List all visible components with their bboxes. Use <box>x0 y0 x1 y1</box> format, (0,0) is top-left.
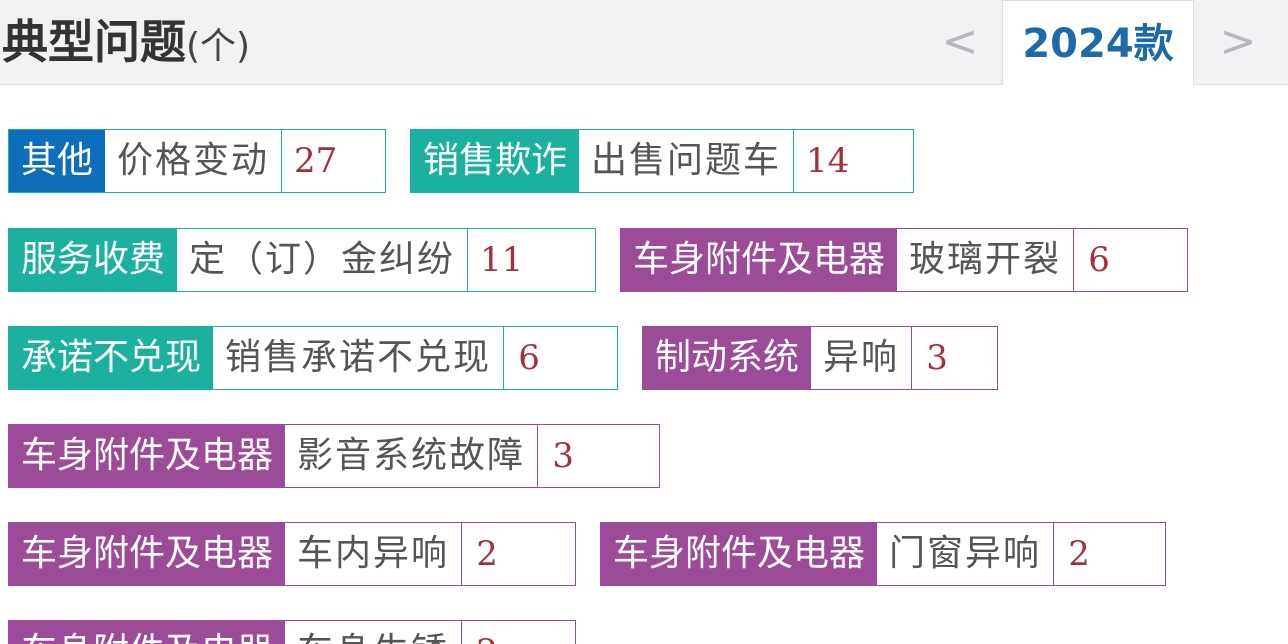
tag-category: 车身附件及电器 <box>601 523 878 585</box>
tag-category: 服务收费 <box>9 229 178 291</box>
tag-count: 3 <box>911 327 962 389</box>
issue-tag[interactable]: 服务收费 定（订）金纠纷 11 <box>8 228 596 292</box>
header-bar: 典型问题(个) < 2024款 > <box>0 0 1288 85</box>
title-text: 典型问题 <box>2 15 186 69</box>
issue-tag[interactable]: 其他 价格变动 27 <box>8 129 386 193</box>
tag-category: 制动系统 <box>643 327 812 389</box>
tag-count: 2 <box>461 621 512 644</box>
tag-category: 车身附件及电器 <box>621 229 898 291</box>
issue-tag[interactable]: 车身附件及电器 门窗异响 2 <box>600 522 1166 586</box>
tag-issue: 出售问题车 <box>591 140 782 181</box>
tag-count: 27 <box>281 130 349 192</box>
issue-tag[interactable]: 车身附件及电器 车身生锈 2 <box>8 620 576 644</box>
tag-count: 2 <box>461 523 512 585</box>
issue-tag[interactable]: 制动系统 异响 3 <box>642 326 998 390</box>
chevron-right-icon[interactable]: > <box>1214 10 1262 74</box>
tag-category: 车身附件及电器 <box>9 523 286 585</box>
title-unit: (个) <box>186 26 251 67</box>
tag-count: 6 <box>1073 229 1124 291</box>
tag-category: 承诺不兑现 <box>9 327 214 389</box>
tag-count: 14 <box>793 130 861 192</box>
tag-count: 2 <box>1053 523 1104 585</box>
tag-category: 销售欺诈 <box>411 130 580 192</box>
chevron-left-icon[interactable]: < <box>936 10 984 74</box>
section-title: 典型问题(个) <box>2 10 250 74</box>
issue-tag[interactable]: 承诺不兑现 销售承诺不兑现 6 <box>8 326 618 390</box>
tag-issue: 影音系统故障 <box>297 435 526 476</box>
tag-issue: 车身生锈 <box>285 621 461 644</box>
tag-issue: 价格变动 <box>117 140 270 181</box>
tag-count: 6 <box>503 327 554 389</box>
tag-issue: 门窗异响 <box>889 533 1042 574</box>
year-tab-2024[interactable]: 2024款 <box>1002 0 1194 85</box>
tag-category: 车身附件及电器 <box>9 425 286 487</box>
tag-issue: 销售承诺不兑现 <box>225 337 492 378</box>
tag-issue: 玻璃开裂 <box>909 239 1062 280</box>
issue-tag[interactable]: 车身附件及电器 车内异响 2 <box>8 522 576 586</box>
issue-tag[interactable]: 销售欺诈 出售问题车 14 <box>410 129 914 193</box>
tag-issue: 定（订）金纠纷 <box>189 239 456 280</box>
tag-issue: 车内异响 <box>297 533 450 574</box>
issue-tag[interactable]: 车身附件及电器 影音系统故障 3 <box>8 424 660 488</box>
tag-category: 其他 <box>9 130 106 192</box>
tag-category: 车身附件及电器 <box>9 621 286 644</box>
issue-tag[interactable]: 车身附件及电器 玻璃开裂 6 <box>620 228 1188 292</box>
tag-issue: 异响 <box>823 337 900 378</box>
tag-count: 11 <box>467 229 535 291</box>
tag-count: 3 <box>537 425 588 487</box>
